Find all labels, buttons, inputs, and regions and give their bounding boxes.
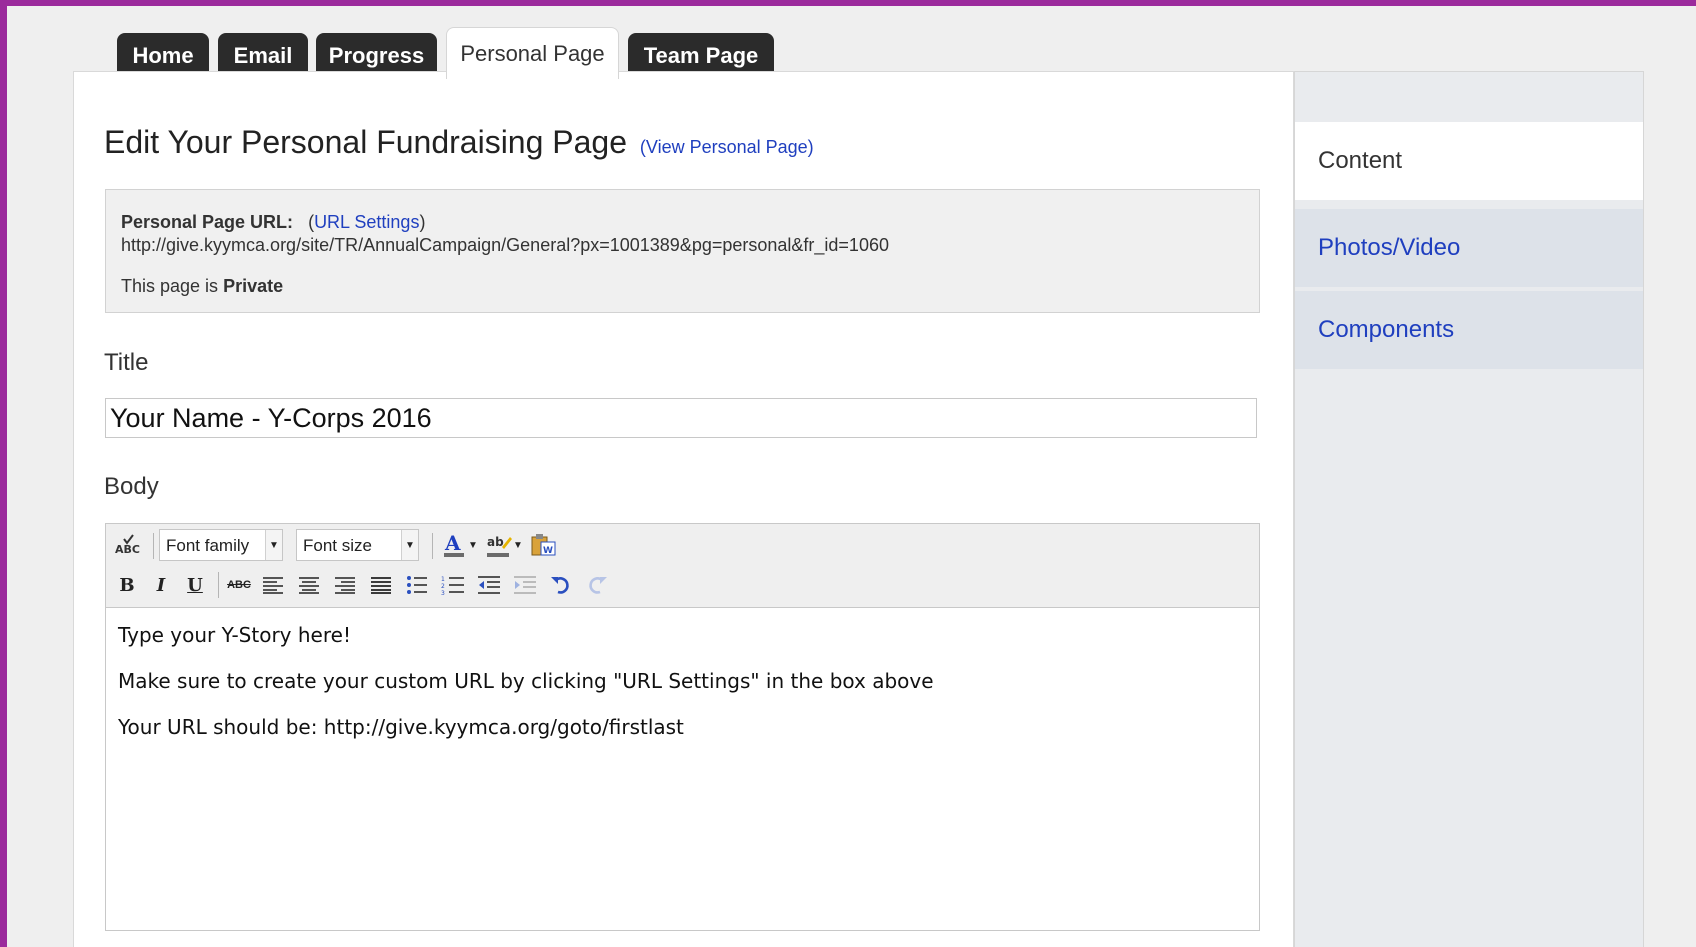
svg-text:1: 1 [441,576,445,583]
spellcheck-icon[interactable]: ABC [112,530,142,560]
svg-text:ABC: ABC [115,543,140,556]
sidebar: Content Photos/Video Components [1294,71,1644,947]
bold-icon[interactable]: B [112,570,142,600]
sidebar-item-label: Components [1318,316,1455,343]
indent-icon[interactable] [510,570,540,600]
page-title-text: Edit Your Personal Fundraising Page [104,124,628,160]
editor-paragraph: Type your Y-Story here! [118,623,351,647]
privacy-value: Private [223,276,284,296]
outdent-icon[interactable] [474,570,504,600]
numbered-list-icon[interactable]: 123 [438,570,468,600]
sidebar-item-label: Photos/Video [1318,234,1461,261]
chevron-down-icon[interactable]: ▼ [466,530,480,560]
body-label: Body [104,473,159,500]
paste-from-word-icon[interactable]: W [529,530,559,560]
tab-label: Team Page [643,42,759,68]
tab-label: Email [233,42,293,68]
rich-text-editor: ABC Font family ▼ Font size ▼ A ▼ ab ▼ W [105,523,1260,931]
url-label: Personal Page URL: [121,212,294,232]
bullet-list-icon[interactable] [402,570,432,600]
chevron-down-icon[interactable]: ▼ [511,530,525,560]
font-size-value: Font size [303,536,372,555]
tab-label: Personal Page [460,40,605,66]
align-justify-icon[interactable] [366,570,396,600]
toolbar-separator [218,572,219,598]
page-title: Edit Your Personal Fundraising Page (Vie… [104,124,814,161]
editor-toolbar: ABC Font family ▼ Font size ▼ A ▼ ab ▼ W [106,524,1259,608]
underline-icon[interactable]: U [180,570,210,600]
chevron-down-icon: ▼ [401,530,418,560]
sidebar-item-label: Content [1318,147,1403,174]
tab-label: Progress [328,42,425,68]
align-center-icon[interactable] [294,570,324,600]
redo-icon[interactable] [582,570,612,600]
editor-content[interactable]: Type your Y-Story here! Make sure to cre… [106,608,1259,930]
paren-close: ) [419,212,426,232]
personal-page-url: http://give.kyymca.org/site/TR/AnnualCam… [121,235,889,255]
tab-label: Home [132,42,194,68]
privacy-prefix: This page is [121,276,219,296]
app-frame: Home Email Progress Personal Page Team P… [7,6,1696,947]
editor-paragraph: Make sure to create your custom URL by c… [118,669,934,693]
svg-text:3: 3 [441,590,445,595]
highlight-color-icon[interactable]: ab [484,530,514,560]
sidebar-item-components[interactable]: Components [1295,291,1643,369]
privacy-status: This page is Private [121,276,283,297]
italic-icon[interactable]: I [146,570,176,600]
chevron-down-icon: ▼ [265,530,282,560]
title-label: Title [104,349,149,376]
svg-text:A: A [444,531,461,555]
svg-text:W: W [543,546,553,556]
title-input[interactable] [105,398,1257,438]
svg-text:2: 2 [441,583,445,590]
align-left-icon[interactable] [258,570,288,600]
svg-text:ab: ab [487,535,504,549]
url-settings-link[interactable]: URL Settings [314,212,419,232]
align-right-icon[interactable] [330,570,360,600]
strikethrough-icon[interactable]: ABC [224,570,254,600]
font-family-value: Font family [166,536,250,555]
editor-paragraph: Your URL should be: http://give.kyymca.o… [118,715,684,739]
font-size-select[interactable]: Font size ▼ [296,529,419,561]
view-personal-page-link[interactable]: (View Personal Page) [640,137,814,157]
undo-icon[interactable] [546,570,576,600]
url-info-box: Personal Page URL: (URL Settings) http:/… [105,189,1260,313]
url-label-row: Personal Page URL: (URL Settings) [121,212,425,233]
toolbar-separator [153,533,154,559]
toolbar-separator [432,533,433,559]
tab-personal-page[interactable]: Personal Page [446,27,619,79]
sidebar-item-photos-video[interactable]: Photos/Video [1295,209,1643,287]
sidebar-item-content[interactable]: Content [1295,122,1643,200]
font-family-select[interactable]: Font family ▼ [159,529,283,561]
